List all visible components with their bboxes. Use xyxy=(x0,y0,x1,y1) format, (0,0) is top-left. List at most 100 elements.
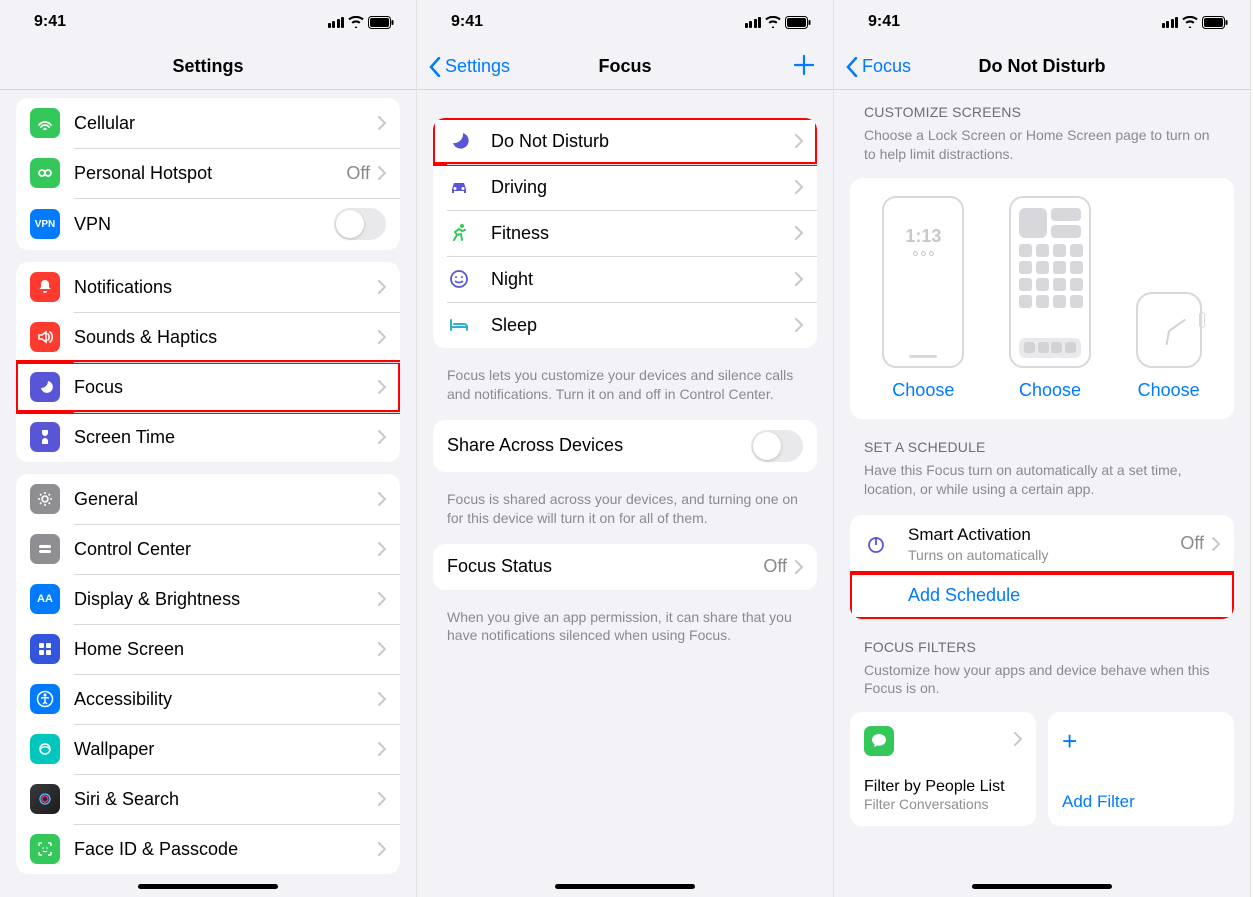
status-right xyxy=(328,16,395,29)
screens-preview-card: 1:13 Choose Choose Choose xyxy=(850,178,1234,419)
running-icon xyxy=(447,221,471,245)
add-button[interactable] xyxy=(787,51,821,83)
row-display[interactable]: AA Display & Brightness xyxy=(16,574,400,624)
label: Do Not Disturb xyxy=(491,131,795,152)
home-indicator[interactable] xyxy=(555,884,695,889)
label: Notifications xyxy=(74,277,378,298)
dnd-scroll[interactable]: CUSTOMIZE SCREENS Choose a Lock Screen o… xyxy=(834,90,1250,897)
row-hotspot[interactable]: Personal Hotspot Off xyxy=(16,148,400,198)
choose-watch-button[interactable]: Choose xyxy=(1138,380,1200,401)
filter-card-people[interactable]: Filter by People List Filter Conversatio… xyxy=(850,712,1036,826)
focus-footer-1: Focus lets you customize your devices an… xyxy=(417,360,833,408)
back-button[interactable]: Settings xyxy=(429,56,510,77)
wifi-icon xyxy=(1182,16,1198,28)
nav-bar: Focus Do Not Disturb xyxy=(834,44,1250,90)
row-siri[interactable]: Siri & Search xyxy=(16,774,400,824)
row-add-schedule[interactable]: Add Schedule xyxy=(850,573,1234,619)
row-control-center[interactable]: Control Center xyxy=(16,524,400,574)
nav-bar: Settings xyxy=(0,44,416,90)
signal-icon xyxy=(745,17,762,28)
car-icon xyxy=(447,175,471,199)
focus-scroll[interactable]: Do Not Disturb Driving Fitness Night Sle xyxy=(417,90,833,897)
watch-preview[interactable] xyxy=(1136,292,1202,368)
row-fitness[interactable]: Fitness xyxy=(433,210,817,256)
moon-icon xyxy=(447,129,471,153)
row-home-screen[interactable]: Home Screen xyxy=(16,624,400,674)
label: Display & Brightness xyxy=(74,589,378,610)
label: Sounds & Haptics xyxy=(74,327,378,348)
focus-footer-2: Focus is shared across your devices, and… xyxy=(417,484,833,532)
choose-home-button[interactable]: Choose xyxy=(1019,380,1081,401)
label: Face ID & Passcode xyxy=(74,839,378,860)
row-do-not-disturb[interactable]: Do Not Disturb xyxy=(433,118,817,164)
chevron-right-icon xyxy=(795,134,803,148)
row-notifications[interactable]: Notifications xyxy=(16,262,400,312)
chevron-right-icon xyxy=(378,492,386,506)
bed-icon xyxy=(447,313,471,337)
status-time: 9:41 xyxy=(451,13,483,31)
settings-scroll[interactable]: Cellular Personal Hotspot Off VPN VPN No… xyxy=(0,90,416,897)
chevron-right-icon xyxy=(378,166,386,180)
status-time: 9:41 xyxy=(34,13,66,31)
chevron-left-icon xyxy=(429,57,441,77)
row-vpn[interactable]: VPN VPN xyxy=(16,198,400,250)
lock-screen-preview[interactable]: 1:13 xyxy=(882,196,964,368)
nav-title: Settings xyxy=(0,56,416,77)
label: Focus xyxy=(74,377,378,398)
back-button[interactable]: Focus xyxy=(846,56,911,77)
chevron-right-icon xyxy=(378,842,386,856)
chevron-right-icon xyxy=(378,430,386,444)
home-screen-preview[interactable] xyxy=(1009,196,1091,368)
label: Focus Status xyxy=(447,556,763,577)
row-driving[interactable]: Driving xyxy=(433,164,817,210)
chevron-left-icon xyxy=(846,57,858,77)
label: Fitness xyxy=(491,223,795,244)
value: Off xyxy=(763,556,787,577)
back-label: Settings xyxy=(445,56,510,77)
group-schedule: Smart Activation Turns on automatically … xyxy=(850,515,1234,619)
chevron-right-icon xyxy=(378,330,386,344)
label: Night xyxy=(491,269,795,290)
back-label: Focus xyxy=(862,56,911,77)
row-smart-activation[interactable]: Smart Activation Turns on automatically … xyxy=(850,515,1234,573)
share-toggle[interactable] xyxy=(751,430,803,462)
row-general[interactable]: General xyxy=(16,474,400,524)
preview-lock-column: 1:13 Choose xyxy=(882,196,964,401)
row-sleep[interactable]: Sleep xyxy=(433,302,817,348)
chevron-right-icon xyxy=(378,592,386,606)
row-wallpaper[interactable]: Wallpaper xyxy=(16,724,400,774)
label: Personal Hotspot xyxy=(74,163,346,184)
screen-dnd: 9:41 Focus Do Not Disturb CUSTOMIZE SCRE… xyxy=(834,0,1251,897)
screen-settings: 9:41 Settings Cellular Personal Hotspot … xyxy=(0,0,417,897)
row-night[interactable]: Night xyxy=(433,256,817,302)
filters-footer: Customize how your apps and device behav… xyxy=(834,659,1250,703)
chevron-right-icon xyxy=(795,226,803,240)
notifications-icon xyxy=(30,272,60,302)
chevron-right-icon xyxy=(1212,537,1220,551)
row-cellular[interactable]: Cellular xyxy=(16,98,400,148)
label: Driving xyxy=(491,177,795,198)
row-focus-status[interactable]: Focus Status Off xyxy=(433,544,817,590)
row-face-id[interactable]: Face ID & Passcode xyxy=(16,824,400,874)
row-share-across[interactable]: Share Across Devices xyxy=(433,420,817,472)
group-network: Cellular Personal Hotspot Off VPN VPN xyxy=(16,98,400,250)
chevron-right-icon xyxy=(378,792,386,806)
filter-cards-row: Filter by People List Filter Conversatio… xyxy=(850,712,1234,826)
filter-card-add[interactable]: + Add Filter xyxy=(1048,712,1234,826)
nav-bar: Settings Focus xyxy=(417,44,833,90)
status-right xyxy=(1162,16,1229,29)
choose-lock-button[interactable]: Choose xyxy=(892,380,954,401)
row-screen-time[interactable]: Screen Time xyxy=(16,412,400,462)
row-sounds[interactable]: Sounds & Haptics xyxy=(16,312,400,362)
wifi-icon xyxy=(765,16,781,28)
vpn-toggle[interactable] xyxy=(334,208,386,240)
status-bar: 9:41 xyxy=(0,0,416,44)
label: Screen Time xyxy=(74,427,378,448)
row-focus[interactable]: Focus xyxy=(16,362,400,412)
label: Sleep xyxy=(491,315,795,336)
home-indicator[interactable] xyxy=(138,884,278,889)
row-accessibility[interactable]: Accessibility xyxy=(16,674,400,724)
sounds-icon xyxy=(30,322,60,352)
home-indicator[interactable] xyxy=(972,884,1112,889)
display-icon: AA xyxy=(30,584,60,614)
